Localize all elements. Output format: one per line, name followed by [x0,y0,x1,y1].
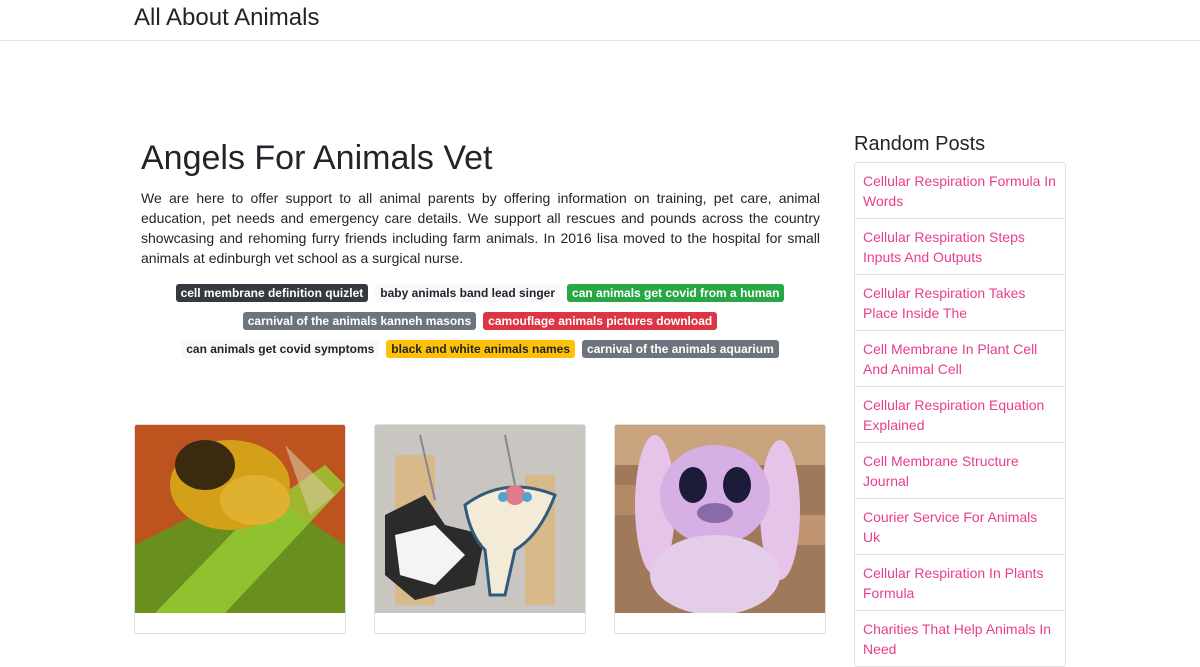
random-post-link[interactable]: Cellular Respiration Steps Inputs And Ou… [855,219,1065,275]
random-post-link[interactable]: Courier Service For Animals Uk [855,499,1065,555]
tag-link[interactable]: can animals get covid symptoms [181,340,380,358]
tag-cloud: cell membrane definition quizlet baby an… [134,284,826,368]
sidebar: Random Posts Cellular Respiration Formul… [854,130,1066,667]
random-post-link[interactable]: Cellular Respiration In Plants Formula [855,555,1065,611]
tag-row: carnival of the animals kanneh masons ca… [134,312,826,330]
plush-toy-photo-icon[interactable] [615,425,825,613]
sidebar-title: Random Posts [854,133,986,155]
random-post-link[interactable]: Cellular Respiration Takes Place Inside … [855,275,1065,331]
tag-link[interactable]: carnival of the animals aquarium [582,340,779,358]
intro-paragraph: We are here to offer support to all anim… [141,190,820,266]
post-card[interactable] [614,424,826,634]
tag-link[interactable]: cell membrane definition quizlet [175,284,369,302]
tag-row: can animals get covid symptoms black and… [134,340,826,358]
tag-link[interactable]: can animals get covid from a human [567,284,785,302]
tag-link[interactable]: black and white animals names [386,340,576,358]
random-posts-list: Cellular Respiration Formula In Words Ce… [854,162,1066,667]
page-title: Angels For Animals Vet [141,139,493,177]
random-post-link[interactable]: Cell Membrane In Plant Cell And Animal C… [855,331,1065,387]
post-cards [134,424,826,634]
tag-link[interactable]: carnival of the animals kanneh masons [242,312,477,330]
top-navbar: All About Animals [0,0,1200,41]
post-card[interactable] [374,424,586,634]
random-post-link[interactable]: Cellular Respiration Formula In Words [855,163,1065,219]
post-card[interactable] [134,424,346,634]
random-post-link[interactable]: Charities That Help Animals In Need [855,611,1065,666]
tag-link[interactable]: camouflage animals pictures download [483,312,718,330]
tag-link[interactable]: baby animals band lead singer [375,284,561,302]
site-brand-link[interactable]: All About Animals [134,4,319,32]
bee-photo-icon[interactable] [135,425,345,613]
random-post-link[interactable]: Cell Membrane Structure Journal [855,443,1065,499]
tag-row: cell membrane definition quizlet baby an… [134,284,826,302]
random-post-link[interactable]: Cellular Respiration Equation Explained [855,387,1065,443]
keychain-photo-icon[interactable] [375,425,585,613]
